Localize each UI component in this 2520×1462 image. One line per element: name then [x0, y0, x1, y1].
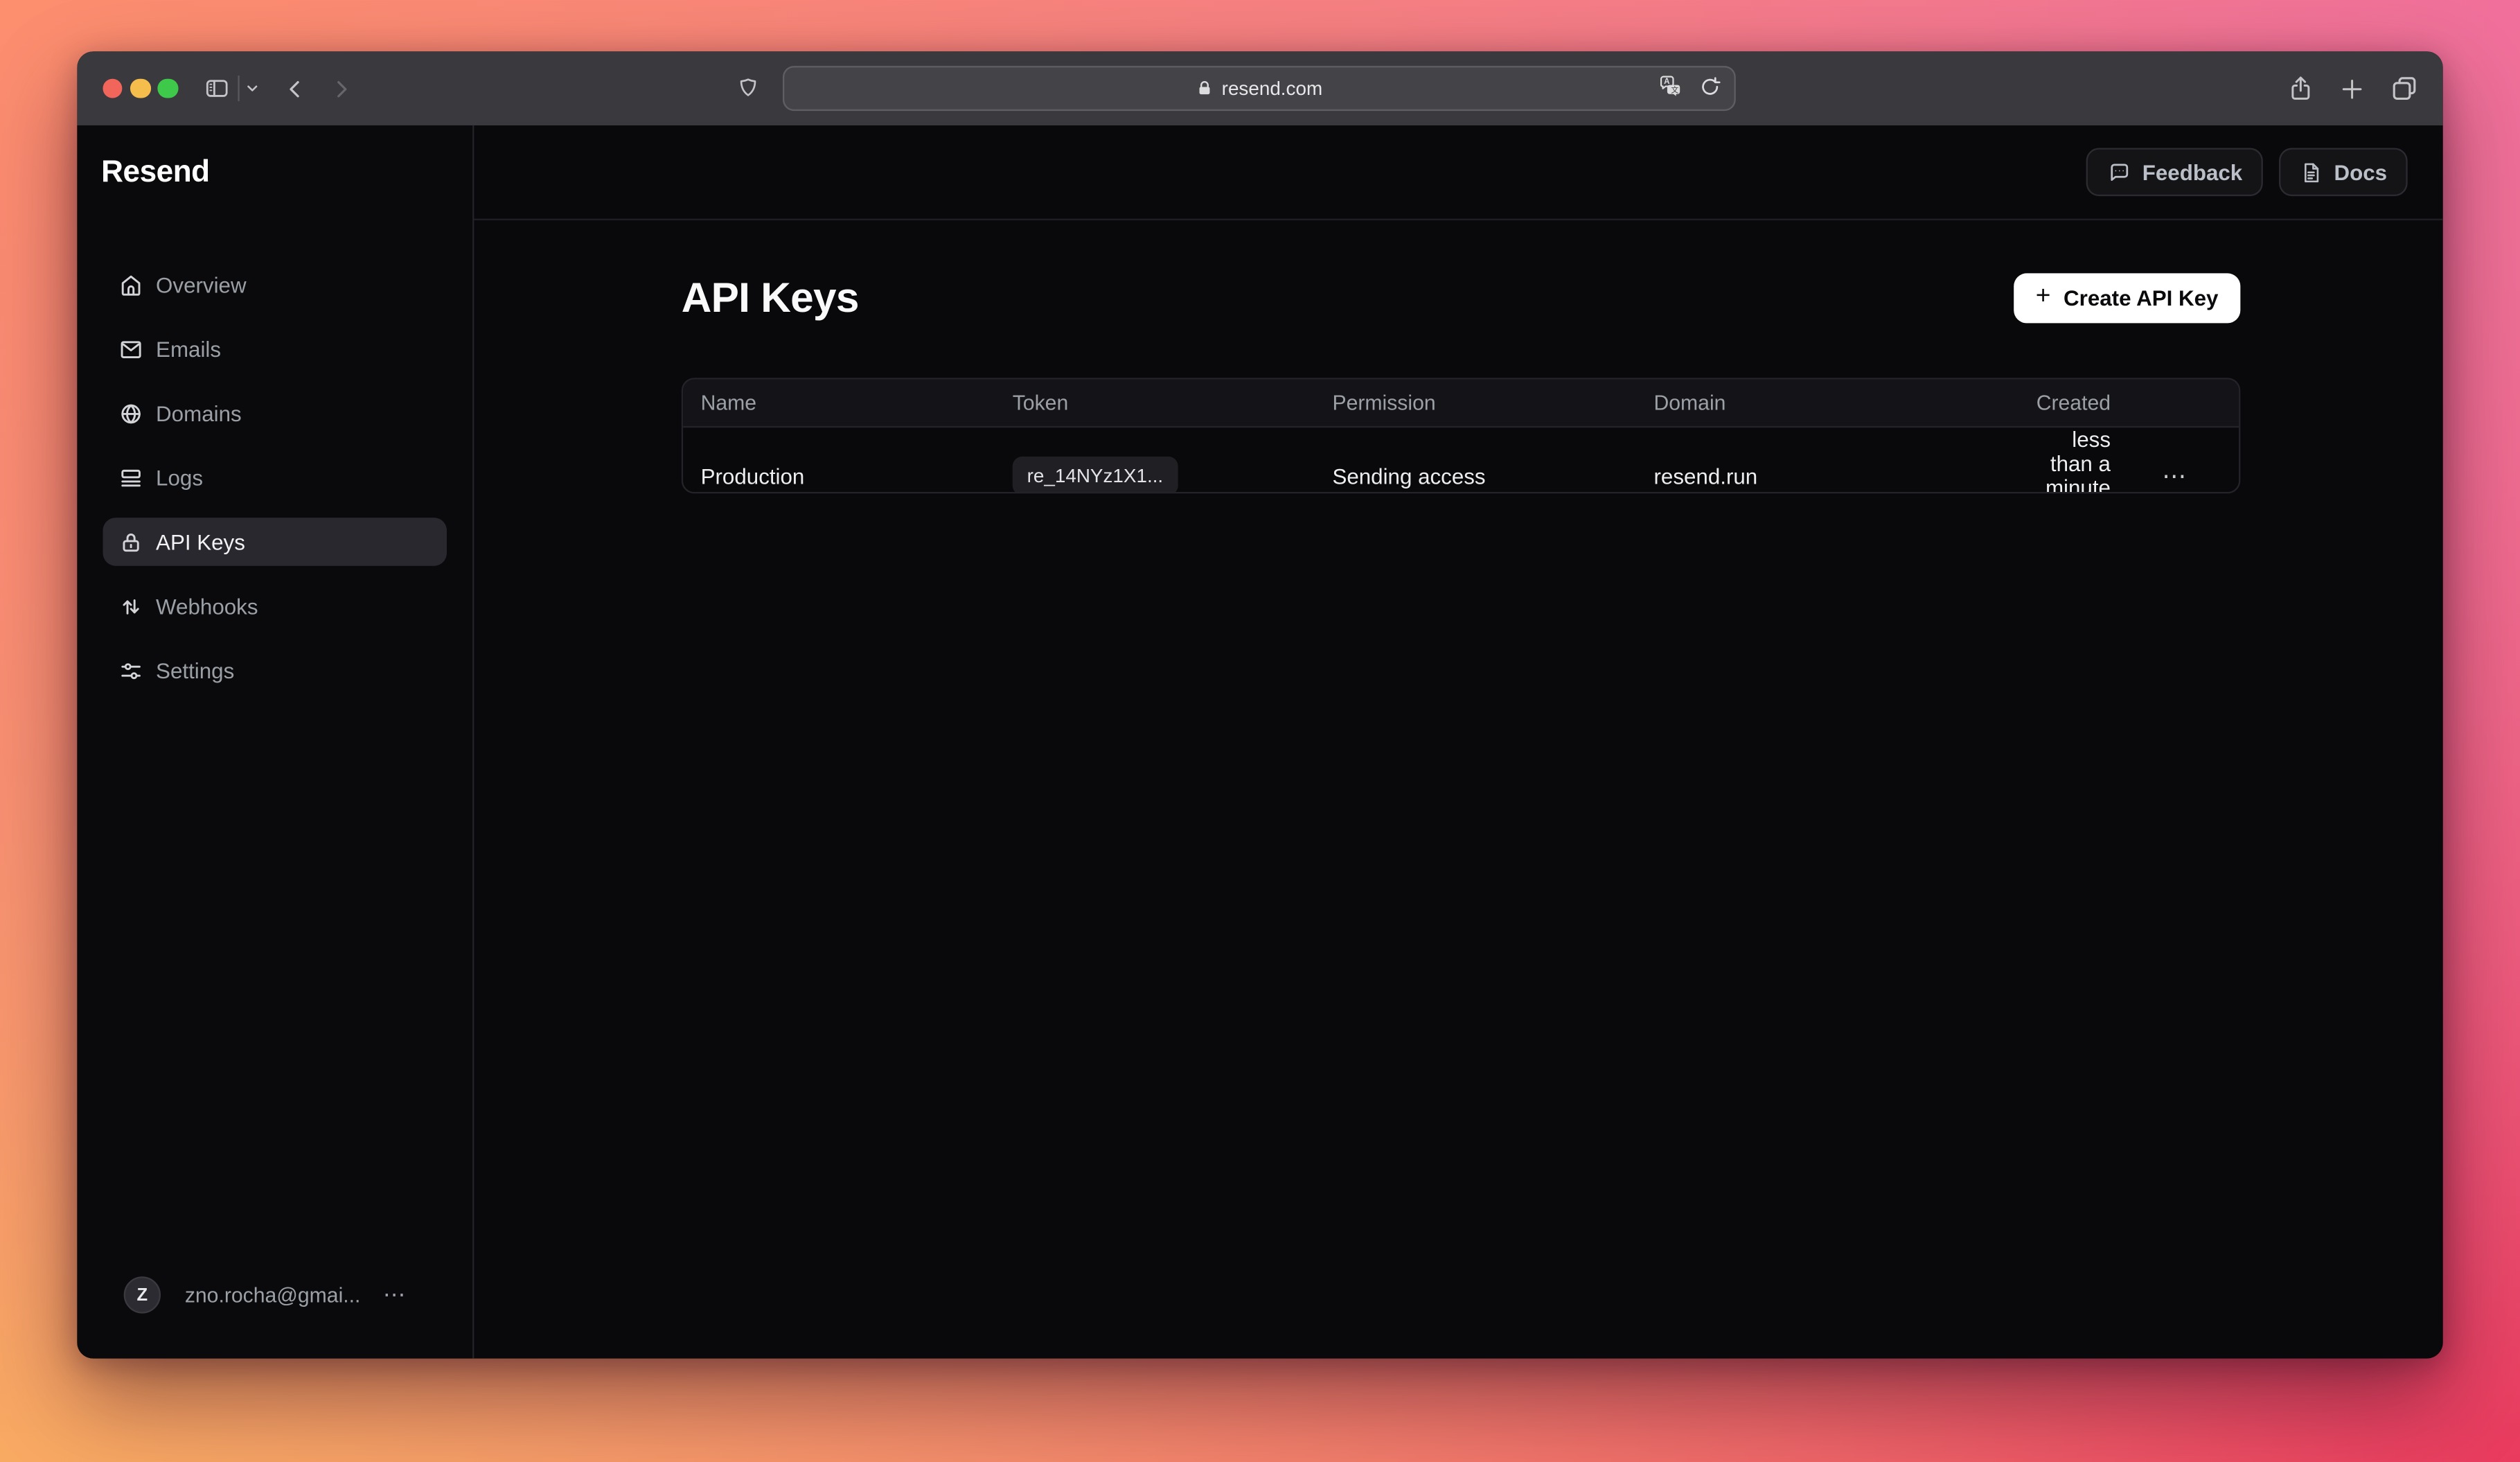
toolbar-separator [238, 76, 239, 101]
feedback-label: Feedback [2142, 160, 2243, 184]
sidebar-item-label: Overview [156, 272, 247, 297]
sidebar-toggle-icon[interactable] [204, 51, 230, 125]
plus-icon: + [2036, 285, 2051, 310]
api-keys-table: Name Token Permission Domain Created Pro… [682, 378, 2241, 493]
sidebar-item-label: API Keys [156, 530, 245, 554]
globe-icon [119, 401, 143, 425]
sidebar-item-domains[interactable]: Domains [103, 389, 447, 437]
browser-toolbar: resend.com A 文 [77, 51, 2442, 125]
sidebar-item-emails[interactable]: Emails [103, 325, 447, 373]
browser-window: resend.com A 文 [77, 51, 2442, 1358]
table-row: Production re_14NYz1X1... Sending access… [683, 428, 2239, 492]
column-header-created: Created [2037, 391, 2111, 415]
docs-button[interactable]: Docs [2280, 148, 2408, 196]
back-button-icon[interactable] [283, 51, 307, 125]
column-header-token: Token [1013, 391, 1333, 415]
feedback-icon [2107, 160, 2131, 184]
translate-icon[interactable]: A 文 [1657, 74, 1684, 103]
create-api-key-button[interactable]: + Create API Key [2013, 273, 2241, 323]
svg-text:文: 文 [1671, 85, 1678, 95]
feedback-button[interactable]: Feedback [2086, 148, 2264, 196]
api-key-token[interactable]: re_14NYz1X1... [1013, 457, 1178, 493]
api-key-permission: Sending access [1332, 464, 1653, 488]
url-bar[interactable]: resend.com A 文 [783, 66, 1736, 112]
sidebar-item-webhooks[interactable]: Webhooks [103, 582, 447, 631]
main-area: Feedback Docs API Keys [474, 125, 2442, 1359]
page-title: API Keys [682, 273, 859, 323]
logs-icon [119, 466, 143, 490]
chevron-down-icon[interactable] [245, 51, 260, 125]
window-controls [103, 51, 178, 125]
sidebar-item-label: Emails [156, 337, 221, 361]
sidebar-item-settings[interactable]: Settings [103, 646, 447, 695]
home-icon [119, 272, 143, 297]
lock-icon [119, 530, 143, 554]
api-keys-page: API Keys + Create API Key Name Token Per… [474, 220, 2442, 493]
tab-overview-icon[interactable] [2390, 51, 2419, 125]
column-header-permission: Permission [1332, 391, 1653, 415]
row-actions-menu-icon[interactable]: ⋯ [2111, 461, 2239, 491]
avatar: Z [124, 1276, 161, 1313]
forward-button-icon[interactable] [330, 51, 354, 125]
minimize-button[interactable] [130, 78, 150, 98]
shield-icon[interactable] [736, 51, 761, 125]
sidebar-item-label: Logs [156, 466, 203, 490]
sidebar-item-label: Domains [156, 401, 242, 425]
api-key-domain: resend.run [1653, 464, 2036, 488]
url-text: resend.com [1222, 77, 1322, 99]
table-header: Name Token Permission Domain Created [683, 380, 2239, 428]
user-menu-icon[interactable]: ⋯ [383, 1281, 405, 1308]
page-content: Resend Overview [77, 125, 2442, 1359]
share-icon[interactable] [2287, 51, 2314, 125]
sliders-icon [119, 658, 143, 682]
column-header-domain: Domain [1653, 391, 2036, 415]
resend-logo: Resend [101, 156, 472, 191]
sidebar-item-label: Settings [156, 658, 234, 682]
close-button[interactable] [103, 78, 123, 98]
docs-icon [2300, 160, 2323, 184]
page-header: Feedback Docs [474, 125, 2442, 220]
api-key-name: Production [683, 464, 1013, 488]
api-key-created: less than a minute ago [2037, 428, 2111, 493]
new-tab-icon[interactable] [2339, 51, 2366, 125]
sidebar-item-overview[interactable]: Overview [103, 261, 447, 309]
create-api-key-label: Create API Key [2064, 286, 2218, 310]
sidebar-item-api-keys[interactable]: API Keys [103, 518, 447, 566]
reload-icon[interactable] [1698, 75, 1721, 102]
arrows-up-down-icon [119, 594, 143, 618]
user-email: zno.rocha@gmai... [185, 1283, 361, 1307]
sidebar-item-logs[interactable]: Logs [103, 453, 447, 502]
docs-label: Docs [2334, 160, 2387, 184]
lock-icon [1196, 79, 1214, 98]
mail-icon [119, 337, 143, 361]
zoom-button[interactable] [158, 78, 178, 98]
column-header-name: Name [683, 391, 1013, 415]
sidebar-nav: Overview Emails [77, 261, 472, 694]
user-account[interactable]: Z zno.rocha@gmai... ⋯ [124, 1276, 406, 1313]
sidebar: Resend Overview [77, 125, 474, 1359]
svg-text:A: A [1664, 77, 1670, 86]
sidebar-item-label: Webhooks [156, 594, 258, 618]
